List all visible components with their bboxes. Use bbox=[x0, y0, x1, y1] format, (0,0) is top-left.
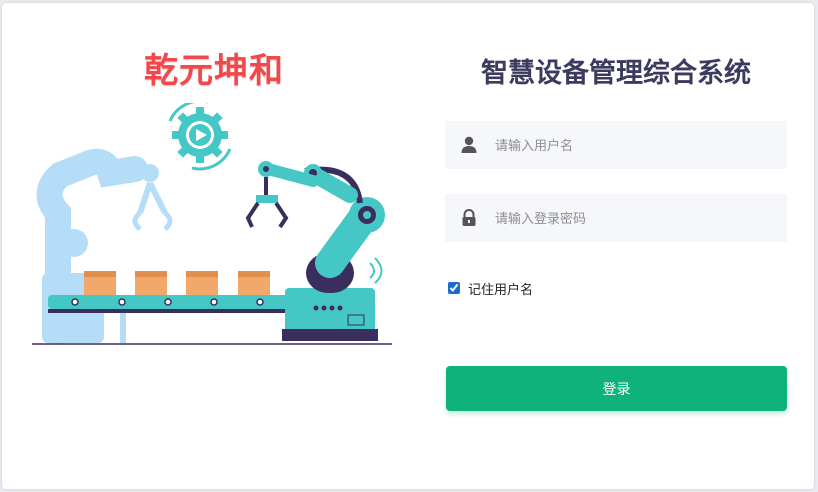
brand-logo-text: 乾元坤和 bbox=[144, 51, 284, 91]
gear-play-icon bbox=[168, 103, 232, 171]
remember-checkbox[interactable] bbox=[448, 282, 460, 294]
system-title: 智慧设备管理综合系统 bbox=[481, 58, 751, 89]
remember-label: 记住用户名 bbox=[468, 282, 534, 298]
cargo-boxes bbox=[84, 271, 270, 295]
left-robot-arm bbox=[36, 148, 173, 344]
user-icon bbox=[461, 136, 477, 153]
lock-icon bbox=[462, 209, 476, 226]
factory-robot-arms-illustration bbox=[32, 103, 392, 345]
login-card: 乾元坤和 智慧设备管理综合系统 请输入用户名 记住用户名 登录 bbox=[2, 3, 814, 489]
remember-username[interactable]: 记住用户名 bbox=[448, 279, 534, 298]
password-field[interactable] bbox=[445, 194, 787, 244]
right-robot-arm bbox=[245, 161, 385, 341]
login-button[interactable]: 登录 bbox=[446, 366, 787, 411]
username-field[interactable] bbox=[445, 121, 787, 171]
password-input[interactable] bbox=[493, 194, 782, 244]
username-input[interactable] bbox=[493, 121, 782, 171]
